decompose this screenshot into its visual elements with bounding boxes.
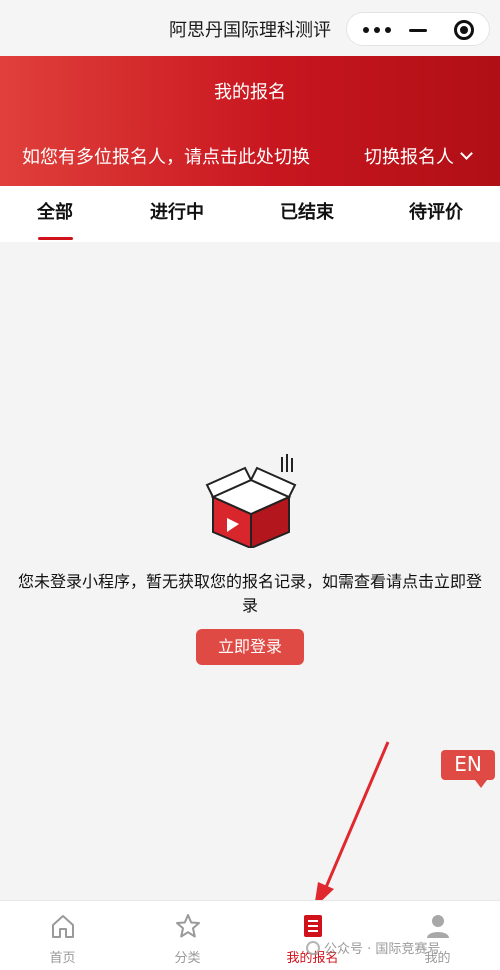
header-banner: 我的报名 如您有多位报名人，请点击此处切换 切换报名人 (0, 56, 500, 186)
list-icon (304, 915, 322, 937)
status-tabs: 全部 进行中 已结束 待评价 (0, 186, 500, 242)
home-icon (52, 915, 74, 938)
app-title: 阿思丹国际理科测评 (169, 20, 331, 41)
nav-label-home: 首页 (49, 951, 76, 966)
active-tab-indicator (38, 237, 73, 240)
tab-in-progress[interactable]: 进行中 (122, 186, 232, 242)
switch-registrant-button[interactable]: 切换报名人 (364, 143, 473, 169)
tab-ended[interactable]: 已结束 (252, 186, 362, 242)
switch-registrant-label: 切换报名人 (364, 147, 454, 168)
chevron-down-icon (460, 147, 473, 160)
nav-item-mine[interactable]: 我的 (375, 901, 500, 970)
login-button[interactable]: 立即登录 (196, 629, 304, 665)
star-icon (176, 914, 200, 938)
more-icon[interactable] (363, 13, 391, 47)
language-toggle-button[interactable]: EN (441, 750, 495, 788)
empty-box-icon (205, 454, 297, 548)
empty-message: 您未登录小程序，暂无获取您的报名记录，如需查看请点击立即登录 (18, 572, 483, 615)
close-target-icon[interactable] (454, 20, 474, 40)
nav-item-home[interactable]: 首页 (0, 901, 125, 970)
watermark: 公众号 · 国际竞赛号 (306, 938, 440, 957)
nav-label-category: 分类 (174, 951, 201, 966)
switch-hint-text[interactable]: 如您有多位报名人，请点击此处切换 (22, 143, 310, 169)
nav-item-my-registration[interactable]: 我的报名 (250, 901, 375, 970)
minimize-icon[interactable] (409, 29, 427, 32)
nav-item-category[interactable]: 分类 (125, 901, 250, 970)
user-icon (427, 915, 449, 938)
tab-all[interactable]: 全部 (0, 186, 110, 242)
watermark-text: 公众号 · 国际竞赛号 (324, 942, 441, 957)
wechat-icon (306, 940, 320, 955)
tab-to-review[interactable]: 待评价 (381, 186, 491, 242)
empty-state: 您未登录小程序，暂无获取您的报名记录，如需查看请点击立即登录 立即登录 (0, 242, 500, 866)
page-title: 我的报名 (214, 82, 286, 103)
capsule-menu (346, 12, 490, 46)
bottom-navigation: 首页 分类 我的报名 我的 (0, 900, 500, 970)
top-bar: 阿思丹国际理科测评 (0, 0, 500, 56)
